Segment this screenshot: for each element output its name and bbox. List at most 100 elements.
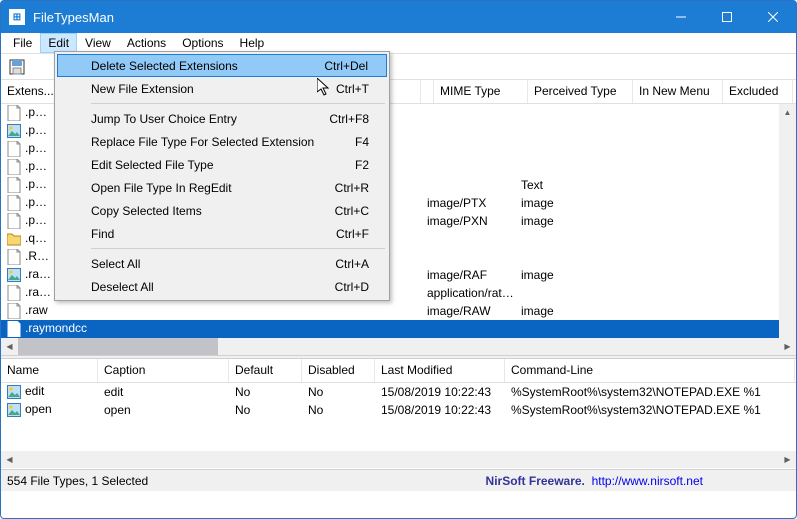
image-icon bbox=[7, 267, 23, 283]
column-header[interactable]: Default bbox=[229, 359, 302, 382]
menu-item-shortcut: Ctrl+C bbox=[335, 204, 369, 218]
action-icon bbox=[7, 402, 23, 418]
menu-item-label: Deselect All bbox=[91, 280, 154, 294]
column-header[interactable]: Excluded bbox=[723, 80, 793, 103]
extension-text: .p… bbox=[25, 141, 47, 155]
mime-cell: image/PTX bbox=[421, 196, 515, 210]
menu-item-shortcut: Ctrl+A bbox=[335, 257, 369, 271]
menu-item-jump-to-user-choice-entry[interactable]: Jump To User Choice EntryCtrl+F8 bbox=[57, 107, 387, 130]
menu-item-label: Delete Selected Extensions bbox=[91, 59, 238, 73]
horizontal-scrollbar-bottom[interactable]: ◀ ▶ bbox=[1, 451, 796, 468]
mime-cell: image/RAF bbox=[421, 268, 515, 282]
column-header[interactable]: In New Menu bbox=[633, 80, 723, 103]
status-text: 554 File Types, 1 Selected bbox=[7, 474, 399, 488]
statusbar: 554 File Types, 1 Selected NirSoft Freew… bbox=[1, 469, 796, 491]
menu-item-shortcut: Ctrl+R bbox=[335, 181, 369, 195]
mime-cell: application/rat… bbox=[421, 286, 515, 300]
menu-item-find[interactable]: Find Ctrl+F bbox=[57, 222, 387, 245]
cell-text: open bbox=[25, 402, 52, 416]
menu-item-deselect-all[interactable]: Deselect All Ctrl+D bbox=[57, 275, 387, 298]
column-header[interactable]: Perceived Type bbox=[528, 80, 633, 103]
menu-item-label: Find bbox=[91, 227, 114, 241]
menu-item-new-file-extension[interactable]: New File ExtensionCtrl+T bbox=[57, 77, 387, 100]
page-icon bbox=[7, 177, 23, 193]
column-header[interactable]: Caption bbox=[98, 359, 229, 382]
table-row[interactable]: editeditNoNo15/08/2019 10:22:43%SystemRo… bbox=[1, 383, 796, 401]
scroll-thumb[interactable] bbox=[18, 338, 218, 355]
extension-text: .q… bbox=[25, 231, 47, 245]
menu-item-label: Open File Type In RegEdit bbox=[91, 181, 232, 195]
cell-text: No bbox=[302, 403, 375, 417]
cell-text: edit bbox=[98, 385, 229, 399]
menu-item-delete-selected-extensions[interactable]: Delete Selected Extensions Ctrl+Del bbox=[57, 54, 387, 77]
menu-item-shortcut: Ctrl+F bbox=[336, 227, 369, 241]
cell-text: %SystemRoot%\system32\NOTEPAD.EXE %1 bbox=[505, 403, 795, 417]
extension-text: .p… bbox=[25, 105, 47, 119]
menu-actions[interactable]: Actions bbox=[119, 33, 174, 53]
edit-menu-dropdown: Delete Selected Extensions Ctrl+Del New Fi… bbox=[54, 51, 390, 301]
menu-item-label: Edit Selected File Type bbox=[91, 158, 214, 172]
scroll-right-arrow[interactable]: ▶ bbox=[779, 451, 796, 468]
cell-text: open bbox=[98, 403, 229, 417]
page-icon bbox=[7, 249, 23, 265]
column-header[interactable]: Name bbox=[1, 359, 98, 382]
scroll-right-arrow[interactable]: ▶ bbox=[779, 338, 796, 355]
cell-text: edit bbox=[25, 384, 44, 398]
ptype-cell: image bbox=[515, 196, 620, 210]
minimize-button[interactable] bbox=[658, 1, 704, 33]
menu-item-shortcut: F4 bbox=[355, 135, 369, 149]
menu-item-shortcut: Ctrl+Del bbox=[324, 59, 368, 73]
nirsoft-link[interactable]: http://www.nirsoft.net bbox=[592, 474, 703, 488]
menu-separator bbox=[91, 248, 385, 249]
extension-text: .ra… bbox=[25, 267, 51, 281]
horizontal-scrollbar-top[interactable]: ◀ ▶ bbox=[1, 338, 796, 355]
cell-text: 15/08/2019 10:22:43 bbox=[375, 385, 505, 399]
extension-text: .p… bbox=[25, 213, 47, 227]
table-row[interactable]: .raymondcc bbox=[1, 320, 796, 338]
menu-edit[interactable]: Edit bbox=[40, 33, 77, 53]
menu-options[interactable]: Options bbox=[174, 33, 231, 53]
menu-separator bbox=[91, 103, 385, 104]
app-icon: ⊞ bbox=[9, 9, 25, 25]
extension-text: .raw bbox=[25, 303, 48, 317]
extension-text: .raymondcc bbox=[25, 321, 87, 335]
scroll-up-arrow[interactable]: ▲ bbox=[779, 104, 796, 121]
table-row[interactable]: .raw image/RAWimage bbox=[1, 302, 796, 320]
menu-item-label: Jump To User Choice Entry bbox=[91, 112, 237, 126]
page-icon bbox=[7, 195, 23, 211]
maximize-button[interactable] bbox=[704, 1, 750, 33]
page-icon bbox=[7, 285, 23, 301]
scroll-left-arrow[interactable]: ◀ bbox=[1, 451, 18, 468]
ptype-cell: image bbox=[515, 214, 620, 228]
column-header[interactable]: Command-Line bbox=[505, 359, 795, 382]
menu-item-select-all[interactable]: Select AllCtrl+A bbox=[57, 252, 387, 275]
save-button[interactable] bbox=[5, 56, 29, 78]
column-header[interactable]: Disabled bbox=[302, 359, 375, 382]
menu-file[interactable]: File bbox=[5, 33, 40, 53]
extension-text: .p… bbox=[25, 195, 47, 209]
column-header[interactable]: Last Modified bbox=[375, 359, 505, 382]
menu-item-edit-selected-file-type[interactable]: Edit Selected File TypeF2 bbox=[57, 153, 387, 176]
actions-list[interactable]: NameCaptionDefaultDisabledLast ModifiedC… bbox=[1, 359, 796, 469]
menu-item-shortcut: Ctrl+D bbox=[335, 280, 369, 294]
cell-text: No bbox=[302, 385, 375, 399]
menu-view[interactable]: View bbox=[77, 33, 119, 53]
page-icon bbox=[7, 141, 23, 157]
window-title: FileTypesMan bbox=[33, 10, 658, 25]
vertical-scrollbar-top[interactable]: ▲ bbox=[779, 104, 796, 338]
close-button[interactable] bbox=[750, 1, 796, 33]
ptype-cell: image bbox=[515, 304, 620, 318]
scroll-left-arrow[interactable]: ◀ bbox=[1, 338, 18, 355]
column-header[interactable]: MIME Type bbox=[434, 80, 528, 103]
menu-help[interactable]: Help bbox=[232, 33, 273, 53]
status-brand: NirSoft Freeware. http://www.nirsoft.net bbox=[399, 474, 791, 488]
menu-item-replace-file-type-for-selected-extension[interactable]: Replace File Type For Selected Extension… bbox=[57, 130, 387, 153]
bottom-list-header[interactable]: NameCaptionDefaultDisabledLast ModifiedC… bbox=[1, 359, 796, 383]
menu-item-open-file-type-in-regedit[interactable]: Open File Type In RegEdit Ctrl+R bbox=[57, 176, 387, 199]
column-header[interactable] bbox=[421, 80, 434, 103]
table-row[interactable]: openopenNoNo15/08/2019 10:22:43%SystemRo… bbox=[1, 401, 796, 419]
menu-item-label: Copy Selected Items bbox=[91, 204, 202, 218]
menu-item-shortcut: Ctrl+T bbox=[336, 82, 369, 96]
menu-item-copy-selected-items[interactable]: Copy Selected Items Ctrl+C bbox=[57, 199, 387, 222]
mime-cell: image/RAW bbox=[421, 304, 515, 318]
